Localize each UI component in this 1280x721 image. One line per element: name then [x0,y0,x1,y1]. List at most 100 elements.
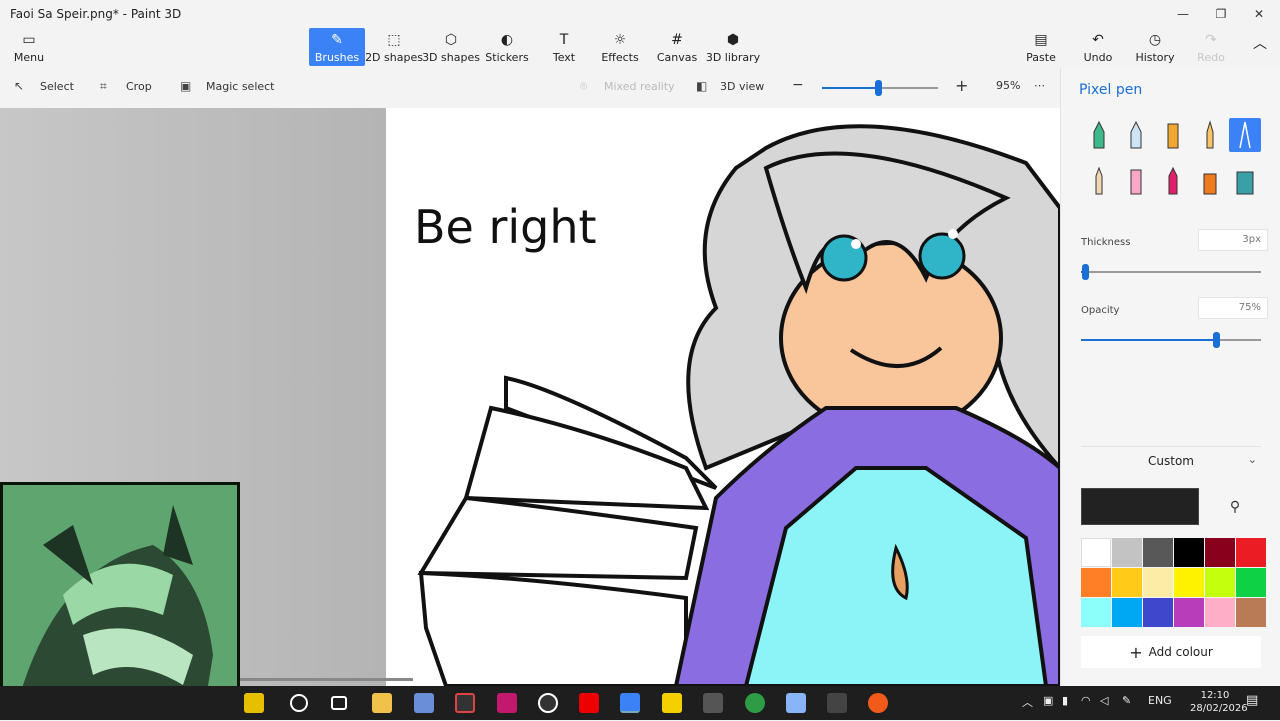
colour-swatch[interactable] [1143,598,1173,627]
camera-icon[interactable]: ▣ [1043,694,1053,707]
drawing-canvas[interactable]: Be right [386,108,1060,686]
collapse-ribbon-button[interactable]: ︿ [1250,28,1270,66]
eraser-brush[interactable] [1120,164,1152,198]
tab-effects[interactable]: ☼ Effects [601,28,638,66]
maximize-button[interactable]: ❐ [1202,0,1240,28]
colour-swatch[interactable] [1143,538,1173,567]
volume-icon[interactable]: ◁ [1100,694,1108,707]
chevron-up-icon[interactable]: ︿ [1022,694,1033,710]
spray-can-brush[interactable] [1194,164,1226,198]
marker-brush[interactable] [1083,118,1115,152]
colour-swatch[interactable] [1205,598,1235,627]
colour-swatch[interactable] [1205,538,1235,567]
file-explorer-icon[interactable] [372,693,392,713]
chrome-icon[interactable] [745,693,765,713]
brush-icon: ✎ [331,32,343,48]
more-options-button[interactable]: ⋯ [1034,79,1045,92]
oil-brush[interactable] [1157,118,1189,152]
pen-icon[interactable]: ✎ [1122,694,1131,707]
paste-button[interactable]: ▤ Paste [1026,28,1056,66]
tab-brushes[interactable]: ✎ Brushes [309,28,365,66]
tab-3d-library[interactable]: ⬢ 3D library [706,28,760,66]
tab-canvas[interactable]: # Canvas [657,28,697,66]
tab-text[interactable]: T Text [549,28,579,66]
fill-brush[interactable] [1229,164,1261,198]
zoom-slider[interactable] [822,80,938,96]
crop-icon: ⌗ [100,79,107,93]
colour-swatch[interactable] [1112,538,1142,567]
3d-view-button[interactable]: ◧ 3D view [696,79,764,93]
add-colour-button[interactable]: + Add colour [1081,636,1261,668]
horizontal-scrollbar[interactable] [238,678,413,681]
colour-swatch[interactable] [1205,568,1235,597]
plus-icon: + [955,76,969,95]
thickness-slider[interactable] [1081,264,1261,280]
right-eye-drawing [918,232,966,280]
pencil-brush[interactable] [1083,164,1115,198]
undo-button[interactable]: ↶ Undo [1084,28,1113,66]
colour-swatch[interactable] [1174,538,1204,567]
magic-select-tool[interactable]: ▣ Magic select [180,79,275,93]
redo-button[interactable]: ↷ Redo [1196,28,1226,66]
tab-2d-shapes[interactable]: ⬚ 2D shapes [365,28,423,66]
sun-icon: ☼ [613,32,627,48]
notes-icon[interactable] [662,693,682,713]
history-button[interactable]: ◷ History [1135,28,1174,66]
mixed-reality-button[interactable]: ⌾ Mixed reality [580,79,675,93]
crop-tool[interactable]: ⌗ Crop [100,79,152,93]
colour-swatch[interactable] [1081,538,1111,567]
current-colour-swatch[interactable] [1081,488,1199,525]
close-button[interactable]: ✕ [1240,0,1278,28]
media-player-icon[interactable] [538,693,558,713]
chevron-up-icon: ︿ [1253,36,1267,52]
colour-swatch[interactable] [1174,568,1204,597]
paint-3d-icon[interactable] [620,693,640,713]
paint-app-icon[interactable] [414,693,434,713]
tab-stickers[interactable]: ◐ Stickers [485,28,528,66]
ellipsis-icon: ⋯ [1034,79,1045,92]
search-icon[interactable] [290,694,308,712]
zoom-slider-thumb[interactable] [875,80,882,96]
menu-button[interactable]: ▭ Menu [12,28,46,66]
colour-swatch[interactable] [1174,598,1204,627]
clock[interactable]: 12:10 28/02/2026 [1190,689,1248,715]
zoom-out-button[interactable]: − [792,77,804,93]
colour-swatch[interactable] [1112,568,1142,597]
zoom-in-button[interactable]: + [955,76,968,95]
notifications-icon[interactable]: ▤ [1246,693,1258,708]
art-app-icon[interactable] [497,693,517,713]
colour-swatch[interactable] [1081,568,1111,597]
select-tool[interactable]: ↖ Select [14,79,74,93]
microphone-icon[interactable]: ▮ [1062,694,1068,707]
colour-swatch[interactable] [1081,598,1111,627]
settings-icon[interactable] [703,693,723,713]
minimize-button[interactable]: — [1164,0,1202,28]
language-indicator[interactable]: ENG [1148,694,1172,707]
thickness-thumb[interactable] [1081,264,1089,280]
task-view-icon[interactable] [331,696,347,710]
wifi-icon[interactable]: ◠ [1081,694,1091,707]
colour-swatch[interactable] [1143,568,1173,597]
thickness-input[interactable]: 3px [1198,229,1268,251]
notepad-icon[interactable] [786,693,806,713]
tool-icon[interactable] [827,693,847,713]
tab-3d-shapes[interactable]: ⬡ 3D shapes [422,28,480,66]
opacity-slider[interactable] [1081,332,1261,348]
colour-swatch[interactable] [1236,598,1266,627]
calligraphy-brush[interactable] [1120,118,1152,152]
copilot-icon[interactable] [244,693,264,713]
opacity-input[interactable]: 75% [1198,297,1268,319]
eyedropper-button[interactable]: ⚲ [1209,488,1261,525]
obs-icon[interactable] [455,693,475,713]
tab-label: Brushes [314,51,360,64]
colour-swatch[interactable] [1112,598,1142,627]
crayon-brush[interactable] [1157,164,1189,198]
colour-mode-dropdown[interactable]: Custom ⌄ [1081,446,1261,474]
game-icon[interactable] [868,693,888,713]
colour-swatch[interactable] [1236,568,1266,597]
opacity-thumb[interactable] [1213,332,1220,348]
watercolor-brush[interactable] [1194,118,1226,152]
colour-swatch[interactable] [1236,538,1266,567]
youtube-icon[interactable] [579,693,599,713]
pixel-pen-brush[interactable] [1229,118,1261,152]
